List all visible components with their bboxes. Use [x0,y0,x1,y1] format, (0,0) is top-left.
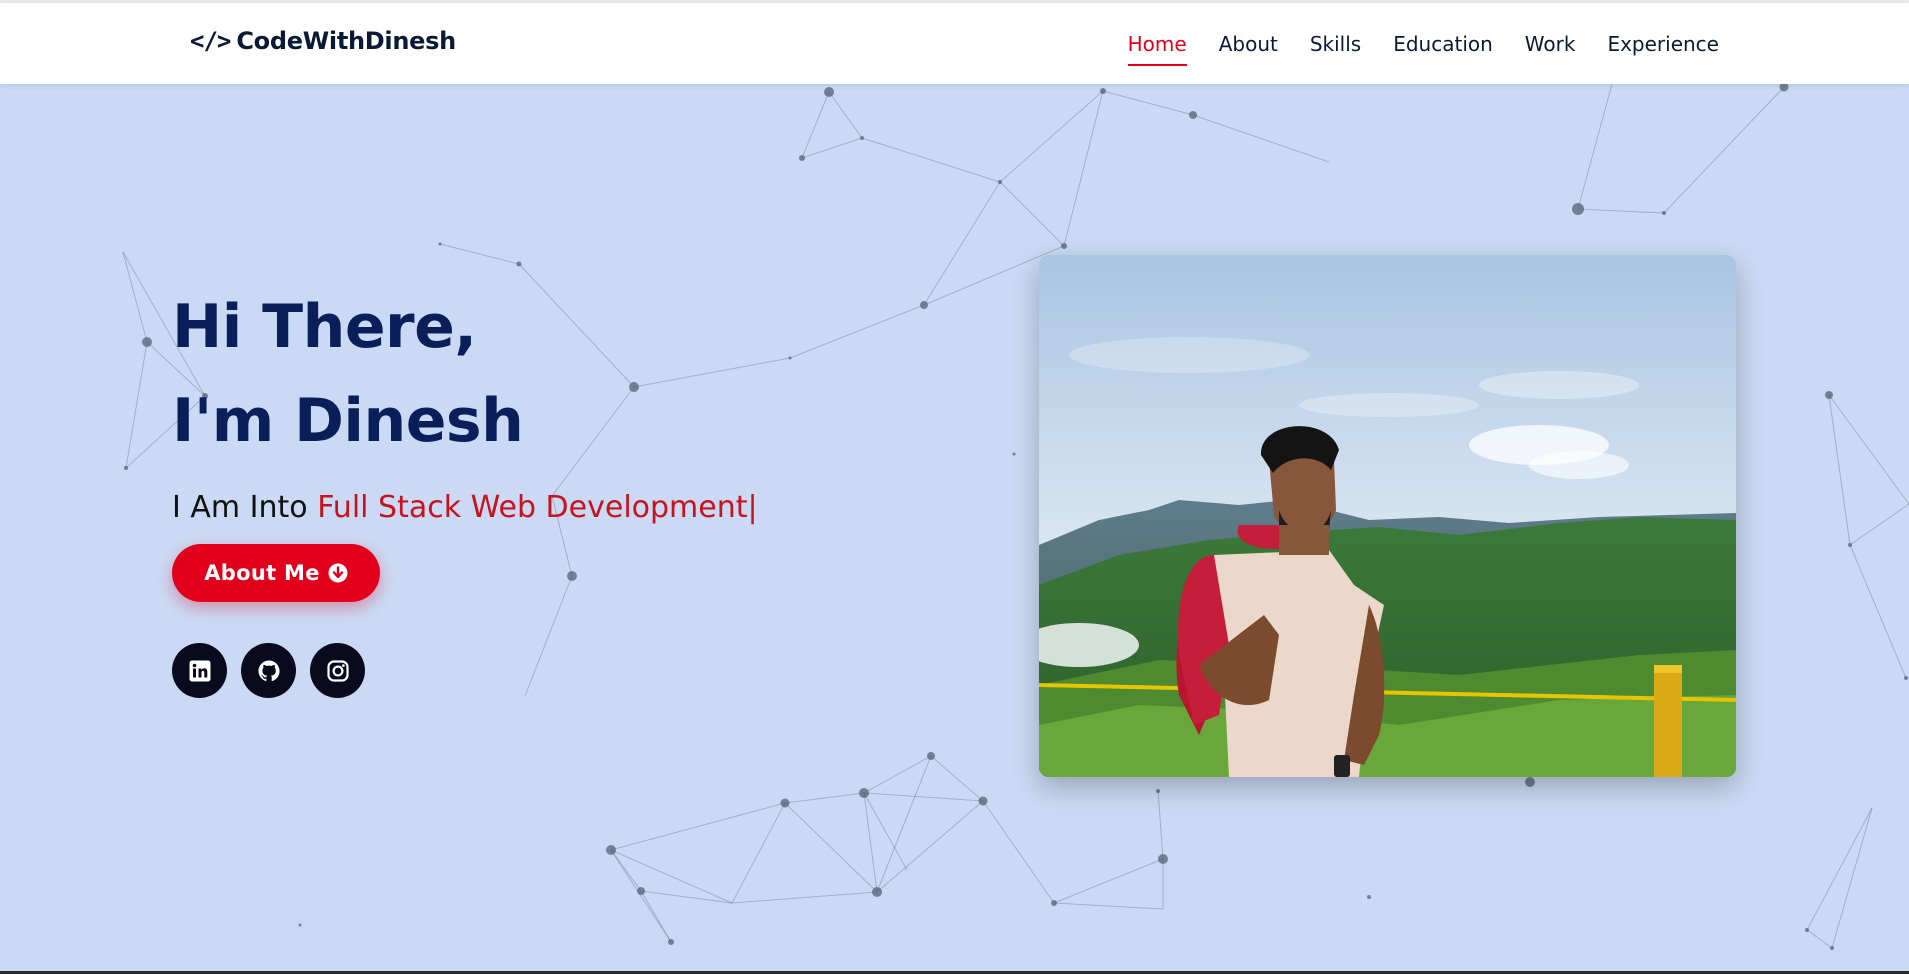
nav-home[interactable]: Home [1127,26,1187,66]
about-me-label: About Me [204,561,320,585]
code-icon: </> [190,27,231,55]
linkedin-icon [189,660,210,681]
brand-name: CodeWithDinesh [236,27,456,55]
profile-photo [1039,255,1736,777]
github-icon [258,660,280,681]
social-links [172,643,365,698]
tagline-prefix: I Am Into [172,490,318,525]
linkedin-link[interactable] [172,643,227,698]
nav-skills[interactable]: Skills [1310,26,1361,62]
hero-tagline: I Am Into Full Stack Web Development| [172,490,758,525]
github-link[interactable] [241,643,296,698]
navbar: </> CodeWithDinesh Home About Skills Edu… [0,3,1909,84]
arrow-down-circle-icon [328,563,348,583]
typing-cursor: | [747,490,758,525]
tagline-role: Full Stack Web Development [317,490,748,525]
instagram-icon [326,659,349,682]
hero-intro: Hi There, I'm Dinesh I Am Into Full Stac… [172,280,758,525]
hero-name: I'm Dinesh [172,386,524,456]
main-nav: Home About Skills Education Work Experie… [1127,3,1719,84]
nav-experience[interactable]: Experience [1607,26,1719,62]
nav-work[interactable]: Work [1525,26,1576,62]
instagram-link[interactable] [310,643,365,698]
nav-about[interactable]: About [1219,26,1278,62]
brand-logo[interactable]: </> CodeWithDinesh [190,27,456,55]
nav-education[interactable]: Education [1393,26,1493,62]
hero-greeting: Hi There, [172,292,477,362]
about-me-button[interactable]: About Me [172,544,380,602]
